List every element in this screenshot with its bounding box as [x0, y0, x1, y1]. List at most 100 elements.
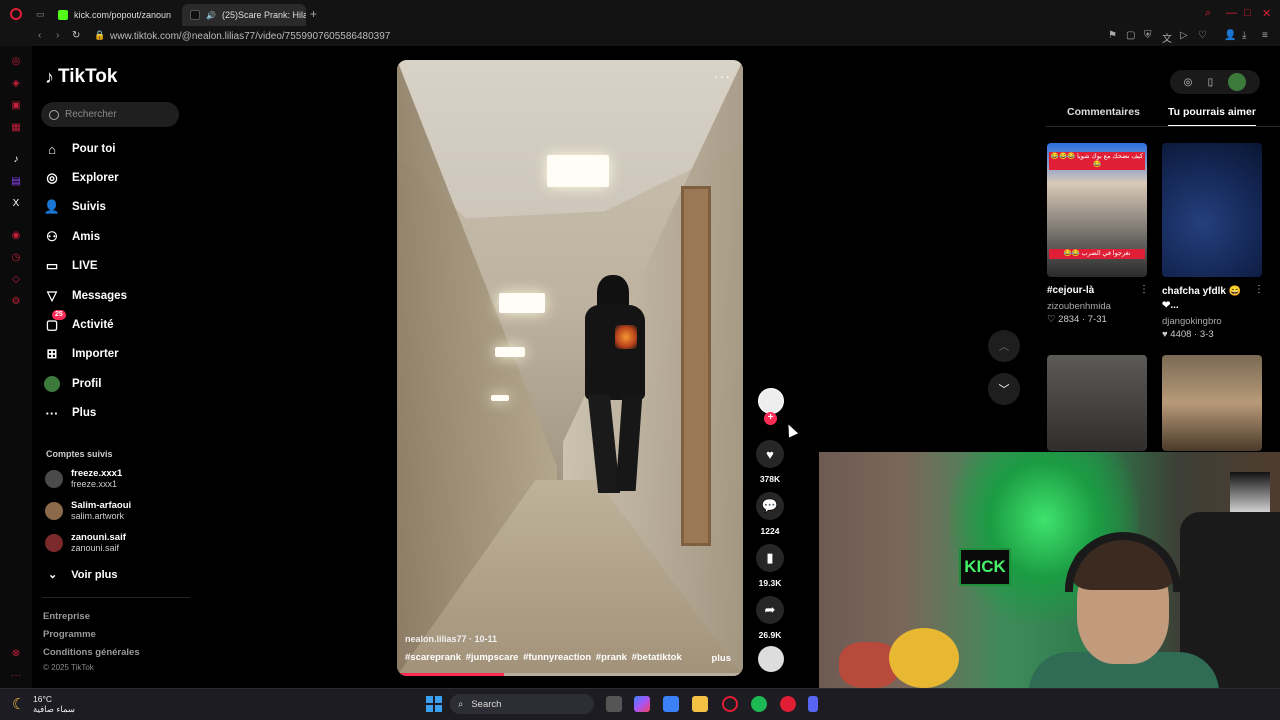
search-input[interactable] — [65, 109, 165, 120]
url-text[interactable]: www.tiktok.com/@nealon.lilias77/video/75… — [110, 31, 390, 42]
footer-link-programme[interactable]: Programme — [43, 629, 96, 640]
next-video-button[interactable]: ﹀ — [988, 373, 1020, 405]
video-more-icon[interactable]: ··· — [714, 68, 731, 84]
recommended-video-thumbnail[interactable] — [1162, 355, 1262, 451]
minimize-button[interactable]: — — [1226, 7, 1237, 19]
more-options-icon[interactable]: ⋮ — [1139, 284, 1149, 295]
avatar[interactable] — [1228, 73, 1247, 91]
file-explorer-icon[interactable] — [692, 696, 708, 712]
menu-icon[interactable]: ≡ — [1262, 30, 1268, 41]
opera-logo-icon[interactable] — [10, 8, 22, 20]
forward-icon[interactable]: › — [56, 30, 59, 41]
footer-link-entreprise[interactable]: Entreprise — [43, 611, 90, 622]
shield-icon[interactable]: ⛨ — [1144, 30, 1152, 41]
more-sidebar-icon[interactable]: ··· — [10, 670, 22, 682]
video-player[interactable]: ··· nealon.lilias77 · 10-11 #scareprank … — [397, 60, 743, 676]
tiktok-sidebar-icon[interactable]: ♪ — [10, 154, 22, 166]
taskbar-search[interactable]: ⌕ Search — [450, 694, 594, 714]
nav-amis[interactable]: ⚇ Amis — [44, 225, 194, 249]
recommended-video-thumbnail[interactable] — [1047, 355, 1147, 451]
snapshot-icon[interactable]: ▢ — [1126, 30, 1135, 41]
reload-icon[interactable]: ↻ — [72, 30, 80, 41]
share-button[interactable]: ➦ — [756, 596, 784, 624]
play-icon[interactable]: ▷ — [1180, 30, 1188, 41]
video-author[interactable]: zizoubenhmida — [1047, 301, 1111, 312]
nav-activite[interactable]: ▢ 25 Activité — [44, 310, 194, 337]
nav-importer[interactable]: ⊞ Importer — [44, 342, 194, 366]
twitch-icon[interactable]: ▤ — [10, 176, 22, 188]
workspace-icon[interactable]: ◈ — [10, 78, 22, 90]
follow-button[interactable]: + — [764, 412, 777, 425]
aria-icon[interactable]: ◎ — [10, 56, 22, 68]
compass-icon[interactable]: ◎ — [1184, 77, 1193, 88]
video-stats: ♡ 2834 · 7-31 — [1047, 314, 1107, 325]
nav-suivis[interactable]: 👤 Suivis — [44, 195, 194, 219]
app-icon[interactable] — [780, 696, 796, 712]
recommended-video-thumbnail[interactable] — [1162, 143, 1262, 277]
phone-icon[interactable]: ▯ — [1208, 77, 1214, 88]
comment-button[interactable]: 💬 — [756, 492, 784, 520]
account-item[interactable]: zanouni.saif zanouni.saif — [45, 530, 126, 556]
video-title[interactable]: #cejour-là — [1047, 285, 1094, 296]
tab-menu-icon[interactable]: ▭ — [36, 9, 45, 20]
search-box[interactable] — [41, 102, 179, 127]
bookmark-icon[interactable]: ⚑ — [1108, 30, 1117, 41]
copilot-icon[interactable] — [634, 696, 650, 712]
maximize-button[interactable]: □ — [1244, 7, 1251, 19]
tab-kick[interactable]: kick.com/popout/zanoun — [50, 4, 178, 26]
nav-explorer[interactable]: ◎ Explorer — [44, 166, 194, 190]
account-item[interactable]: Salim-arfaoui salim.artwork — [45, 498, 131, 524]
speaker-icon[interactable]: 🔊 — [206, 11, 216, 20]
tiktok-logo[interactable]: ♪ TikTok — [45, 66, 117, 88]
nav-messages[interactable]: ▽ Messages — [44, 284, 194, 308]
discord-icon[interactable] — [808, 696, 818, 712]
save-button[interactable]: ▮ — [756, 544, 784, 572]
nav-live[interactable]: ▭ LIVE — [44, 254, 194, 278]
tab-recommended[interactable]: Tu pourrais aimer — [1168, 106, 1256, 127]
following-accounts-title: Comptes suivis — [46, 449, 113, 459]
sound-avatar[interactable] — [758, 646, 784, 672]
messenger-icon[interactable]: ▣ — [10, 100, 22, 112]
settings-icon[interactable]: ⚙ — [10, 296, 22, 308]
see-more-button[interactable]: ⌄ Voir plus — [48, 568, 117, 582]
more-options-icon[interactable]: ⋮ — [1254, 284, 1264, 295]
footer-link-terms[interactable]: Conditions générales — [43, 647, 140, 658]
nav-plus[interactable]: ··· Plus — [44, 401, 194, 425]
download-icon[interactable]: ⤓ — [1242, 30, 1246, 41]
recommended-video-thumbnail[interactable]: كيف نضحك مع بوك شويا 😂😂😂😂 نغرجوا في الضر… — [1047, 143, 1147, 277]
back-icon[interactable]: ‹ — [38, 30, 41, 41]
search-tabs-icon[interactable]: ⌕ — [1205, 7, 1211, 20]
moon-icon[interactable]: ☾ — [12, 695, 25, 713]
bookmarks-icon[interactable]: ◇ — [10, 274, 22, 286]
extensions-icon[interactable]: ⊗ — [10, 648, 22, 660]
save-count: 19.3K — [758, 578, 782, 588]
opera-taskbar-icon[interactable] — [722, 696, 738, 712]
video-title[interactable]: chafcha yfdlk 😄 ❤... — [1162, 285, 1250, 313]
close-button[interactable]: ✕ — [1262, 7, 1271, 20]
translate-icon[interactable]: 文 — [1162, 30, 1172, 45]
spotify-icon[interactable] — [751, 696, 767, 712]
new-tab-button[interactable]: + — [310, 7, 317, 21]
tab-tiktok[interactable]: 🔊 (25)Scare Prank: Hila — [182, 4, 306, 26]
player-icon[interactable]: ◉ — [10, 230, 22, 242]
history-icon[interactable]: ◷ — [10, 252, 22, 264]
heart-icon[interactable]: ♡ — [1198, 30, 1207, 41]
nav-pour-toi[interactable]: ⌂ Pour toi — [44, 137, 194, 161]
account-icon[interactable]: 👤 — [1224, 30, 1236, 41]
task-view-icon[interactable] — [606, 696, 622, 712]
video-author[interactable]: djangokingbro — [1162, 316, 1222, 327]
instagram-icon[interactable]: ▦ — [10, 122, 22, 134]
like-button[interactable]: ♥ — [756, 440, 784, 468]
windows-start-icon[interactable] — [426, 696, 442, 712]
weather-widget[interactable]: 16°C سماء صافية — [33, 694, 75, 714]
previous-video-button[interactable]: ︿ — [988, 330, 1020, 362]
video-hashtags[interactable]: #scareprank #jumpscare #funnyreaction #p… — [405, 652, 682, 663]
creator-avatar[interactable] — [758, 388, 784, 414]
store-icon[interactable] — [663, 696, 679, 712]
tab-comments[interactable]: Commentaires — [1067, 106, 1140, 118]
video-author[interactable]: nealon.lilias77 · 10-11 — [405, 634, 497, 644]
account-item[interactable]: freeze.xxx1 freeze.xxx1 — [45, 466, 122, 492]
nav-profil[interactable]: Profil — [44, 372, 194, 396]
x-icon[interactable]: X — [10, 198, 22, 210]
caption-more-button[interactable]: plus — [711, 653, 731, 664]
